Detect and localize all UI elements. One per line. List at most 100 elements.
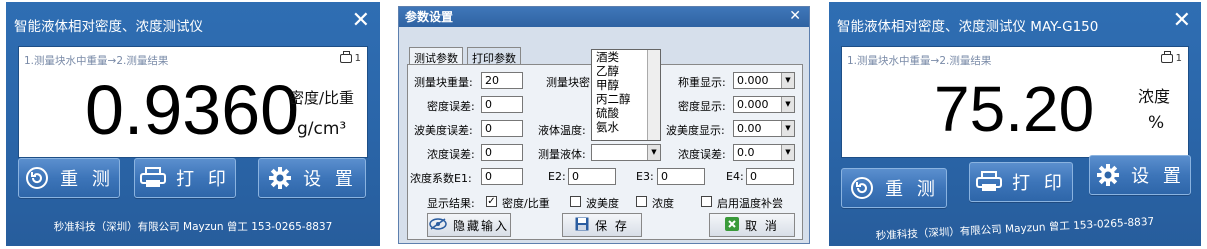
settings-label: 设 置 — [303, 169, 357, 190]
density-display-value: 0.000 — [737, 98, 769, 111]
tab-print-params[interactable]: 打印参数 — [467, 47, 521, 65]
unit-symbol: g/cm³ — [297, 119, 347, 139]
settings-label: 设 置 — [1131, 166, 1185, 187]
temp-compensation-checkbox[interactable] — [701, 196, 712, 207]
close-icon[interactable]: ✕ — [352, 10, 370, 32]
cancel-button[interactable]: 取 消 — [709, 213, 795, 237]
step-hint: 1.测量块水中重量→2.测量结果 — [847, 55, 992, 67]
dialog-title: 参数设置 — [399, 7, 809, 27]
step-hint: 1.测量块水中重量→2.测量结果 — [24, 55, 169, 67]
save-button[interactable]: 保 存 — [562, 213, 642, 237]
window-title: 智能液体相对密度、浓度测试仪 MAY-G150 — [837, 19, 1099, 35]
parameter-settings-dialog: 参数设置 ✕ 测试参数 打印参数 测量块重量: 20 测量块密 称重显示: 0.… — [398, 6, 810, 244]
chevron-down-icon: ▼ — [781, 121, 794, 136]
baume-display-value: 0.00 — [737, 122, 762, 135]
remeasure-label: 重 测 — [60, 169, 114, 190]
conc-error2-select[interactable]: 0.0 ▼ — [733, 144, 795, 161]
list-scrollbar[interactable] — [647, 50, 660, 140]
liquid-temp-label: 液体温度: — [538, 124, 586, 137]
block-weight-label: 测量块重量: — [414, 76, 473, 89]
concentration-checkbox[interactable] — [636, 196, 647, 207]
e3-input[interactable]: 0 — [657, 168, 705, 185]
density-display-label: 密度显示: — [678, 100, 726, 113]
refresh-icon — [24, 165, 50, 191]
chevron-down-icon: ▼ — [781, 145, 794, 160]
weigh-display-select[interactable]: 0.000 ▼ — [733, 72, 795, 89]
company-footer: 秒准科技（深圳）有限公司 Mayzun 曾工 153-0265-8837 — [875, 215, 1155, 243]
density-meter-window: 智能液体相对密度、浓度测试仪 ✕ 1.测量块水中重量→2.测量结果 1 0.93… — [6, 2, 380, 246]
print-label: 打 印 — [176, 169, 230, 190]
conc-error-input[interactable]: 0 — [481, 144, 523, 161]
e3-label: E3: — [636, 170, 654, 183]
printer-icon — [140, 165, 167, 191]
measurement-display: 1.测量块水中重量→2.测量结果 1 75.20 浓度 % — [841, 46, 1189, 158]
printer-icon — [1160, 51, 1173, 63]
e2-input[interactable]: 0 — [568, 168, 616, 185]
e4-input[interactable]: 0 — [746, 168, 794, 185]
measured-value: 75.20 — [934, 73, 1095, 145]
refresh-icon — [849, 175, 875, 201]
chevron-down-icon: ▼ — [781, 97, 794, 112]
save-icon — [575, 217, 589, 234]
gear-icon — [1095, 162, 1121, 188]
printer-count: 1 — [354, 53, 361, 64]
remeasure-button[interactable]: 重 测 — [18, 158, 120, 198]
eye-off-icon — [429, 217, 447, 233]
measured-value: 0.9360 — [85, 71, 300, 149]
tab-test-params[interactable]: 测试参数 — [409, 47, 463, 65]
printer-status: 1 — [1160, 51, 1182, 64]
measurement-display: 1.测量块水中重量→2.测量结果 1 0.9360 密度/比重 g/cm³ — [18, 46, 368, 158]
gear-icon — [267, 165, 293, 191]
print-button[interactable]: 打 印 — [134, 158, 236, 198]
concentration-meter-window: 智能液体相对密度、浓度测试仪 MAY-G150 ✕ 1.测量块水中重量→2.测量… — [829, 2, 1201, 246]
density-check-label: 密度/比重 — [502, 197, 550, 210]
print-label: 打 印 — [1012, 173, 1066, 194]
temp-compensation-label: 启用温度补尝 — [717, 197, 783, 210]
e2-label: E2: — [548, 170, 566, 183]
density-error-label: 密度误差: — [427, 100, 475, 113]
baume-display-select[interactable]: 0.00 ▼ — [733, 120, 795, 137]
block-weight-input[interactable]: 20 — [481, 72, 523, 89]
e1-input[interactable]: 0 — [481, 168, 523, 185]
remeasure-button[interactable]: 重 测 — [841, 168, 947, 208]
display-result-label: 显示结果: — [427, 197, 475, 210]
conc-error2-label: 浓度误差: — [678, 148, 726, 161]
unit-symbol: % — [1148, 113, 1165, 133]
conc-error2-value: 0.0 — [737, 146, 755, 159]
hide-input-button[interactable]: 隐藏输入 — [427, 213, 511, 237]
baume-display-label: 波美度显示: — [666, 124, 725, 137]
printer-icon — [339, 51, 352, 63]
chevron-down-icon: ▼ — [647, 145, 660, 160]
printer-status: 1 — [339, 51, 361, 64]
printer-icon — [976, 169, 1003, 195]
settings-button[interactable]: 设 置 — [1089, 155, 1191, 195]
list-anchor — [591, 49, 661, 50]
baume-error-input[interactable]: 0 — [481, 120, 523, 137]
density-display-select[interactable]: 0.000 ▼ — [733, 96, 795, 113]
measure-liquid-select[interactable]: ▼ — [591, 144, 661, 161]
baume-checkbox[interactable] — [570, 196, 581, 207]
e4-label: E4: — [726, 170, 744, 183]
density-checkbox[interactable]: ✓ — [486, 196, 497, 207]
block-density-label: 测量块密 — [546, 76, 590, 89]
chevron-down-icon: ▼ — [781, 73, 794, 88]
weigh-display-value: 0.000 — [737, 74, 769, 87]
dialog-close-icon[interactable]: ✕ — [789, 8, 801, 24]
cancel-icon — [725, 216, 740, 234]
remeasure-label: 重 测 — [885, 179, 939, 200]
measure-liquid-label: 测量液体: — [538, 148, 586, 161]
save-label: 保 存 — [595, 218, 629, 233]
print-button[interactable]: 打 印 — [969, 162, 1073, 202]
baume-error-label: 波美度误差: — [414, 124, 473, 137]
hide-input-label: 隐藏输入 — [452, 218, 509, 233]
unit-label: 浓度 — [1138, 87, 1171, 106]
weigh-display-label: 称重显示: — [678, 76, 726, 89]
unit-label: 密度/比重 — [289, 89, 355, 107]
close-icon[interactable]: ✕ — [1173, 10, 1191, 32]
density-error-input[interactable]: 0 — [481, 96, 523, 113]
liquid-dropdown-list[interactable]: 酒类 乙醇 甲醇 丙二醇 硫酸 氨水 — [591, 49, 661, 141]
company-footer: 秒准科技（深圳）有限公司 Mayzun 曾工 153-0265-8837 — [53, 221, 333, 233]
baume-check-label: 波美度 — [586, 197, 619, 210]
settings-button[interactable]: 设 置 — [258, 158, 366, 198]
conc-error-label: 浓度误差: — [427, 148, 475, 161]
